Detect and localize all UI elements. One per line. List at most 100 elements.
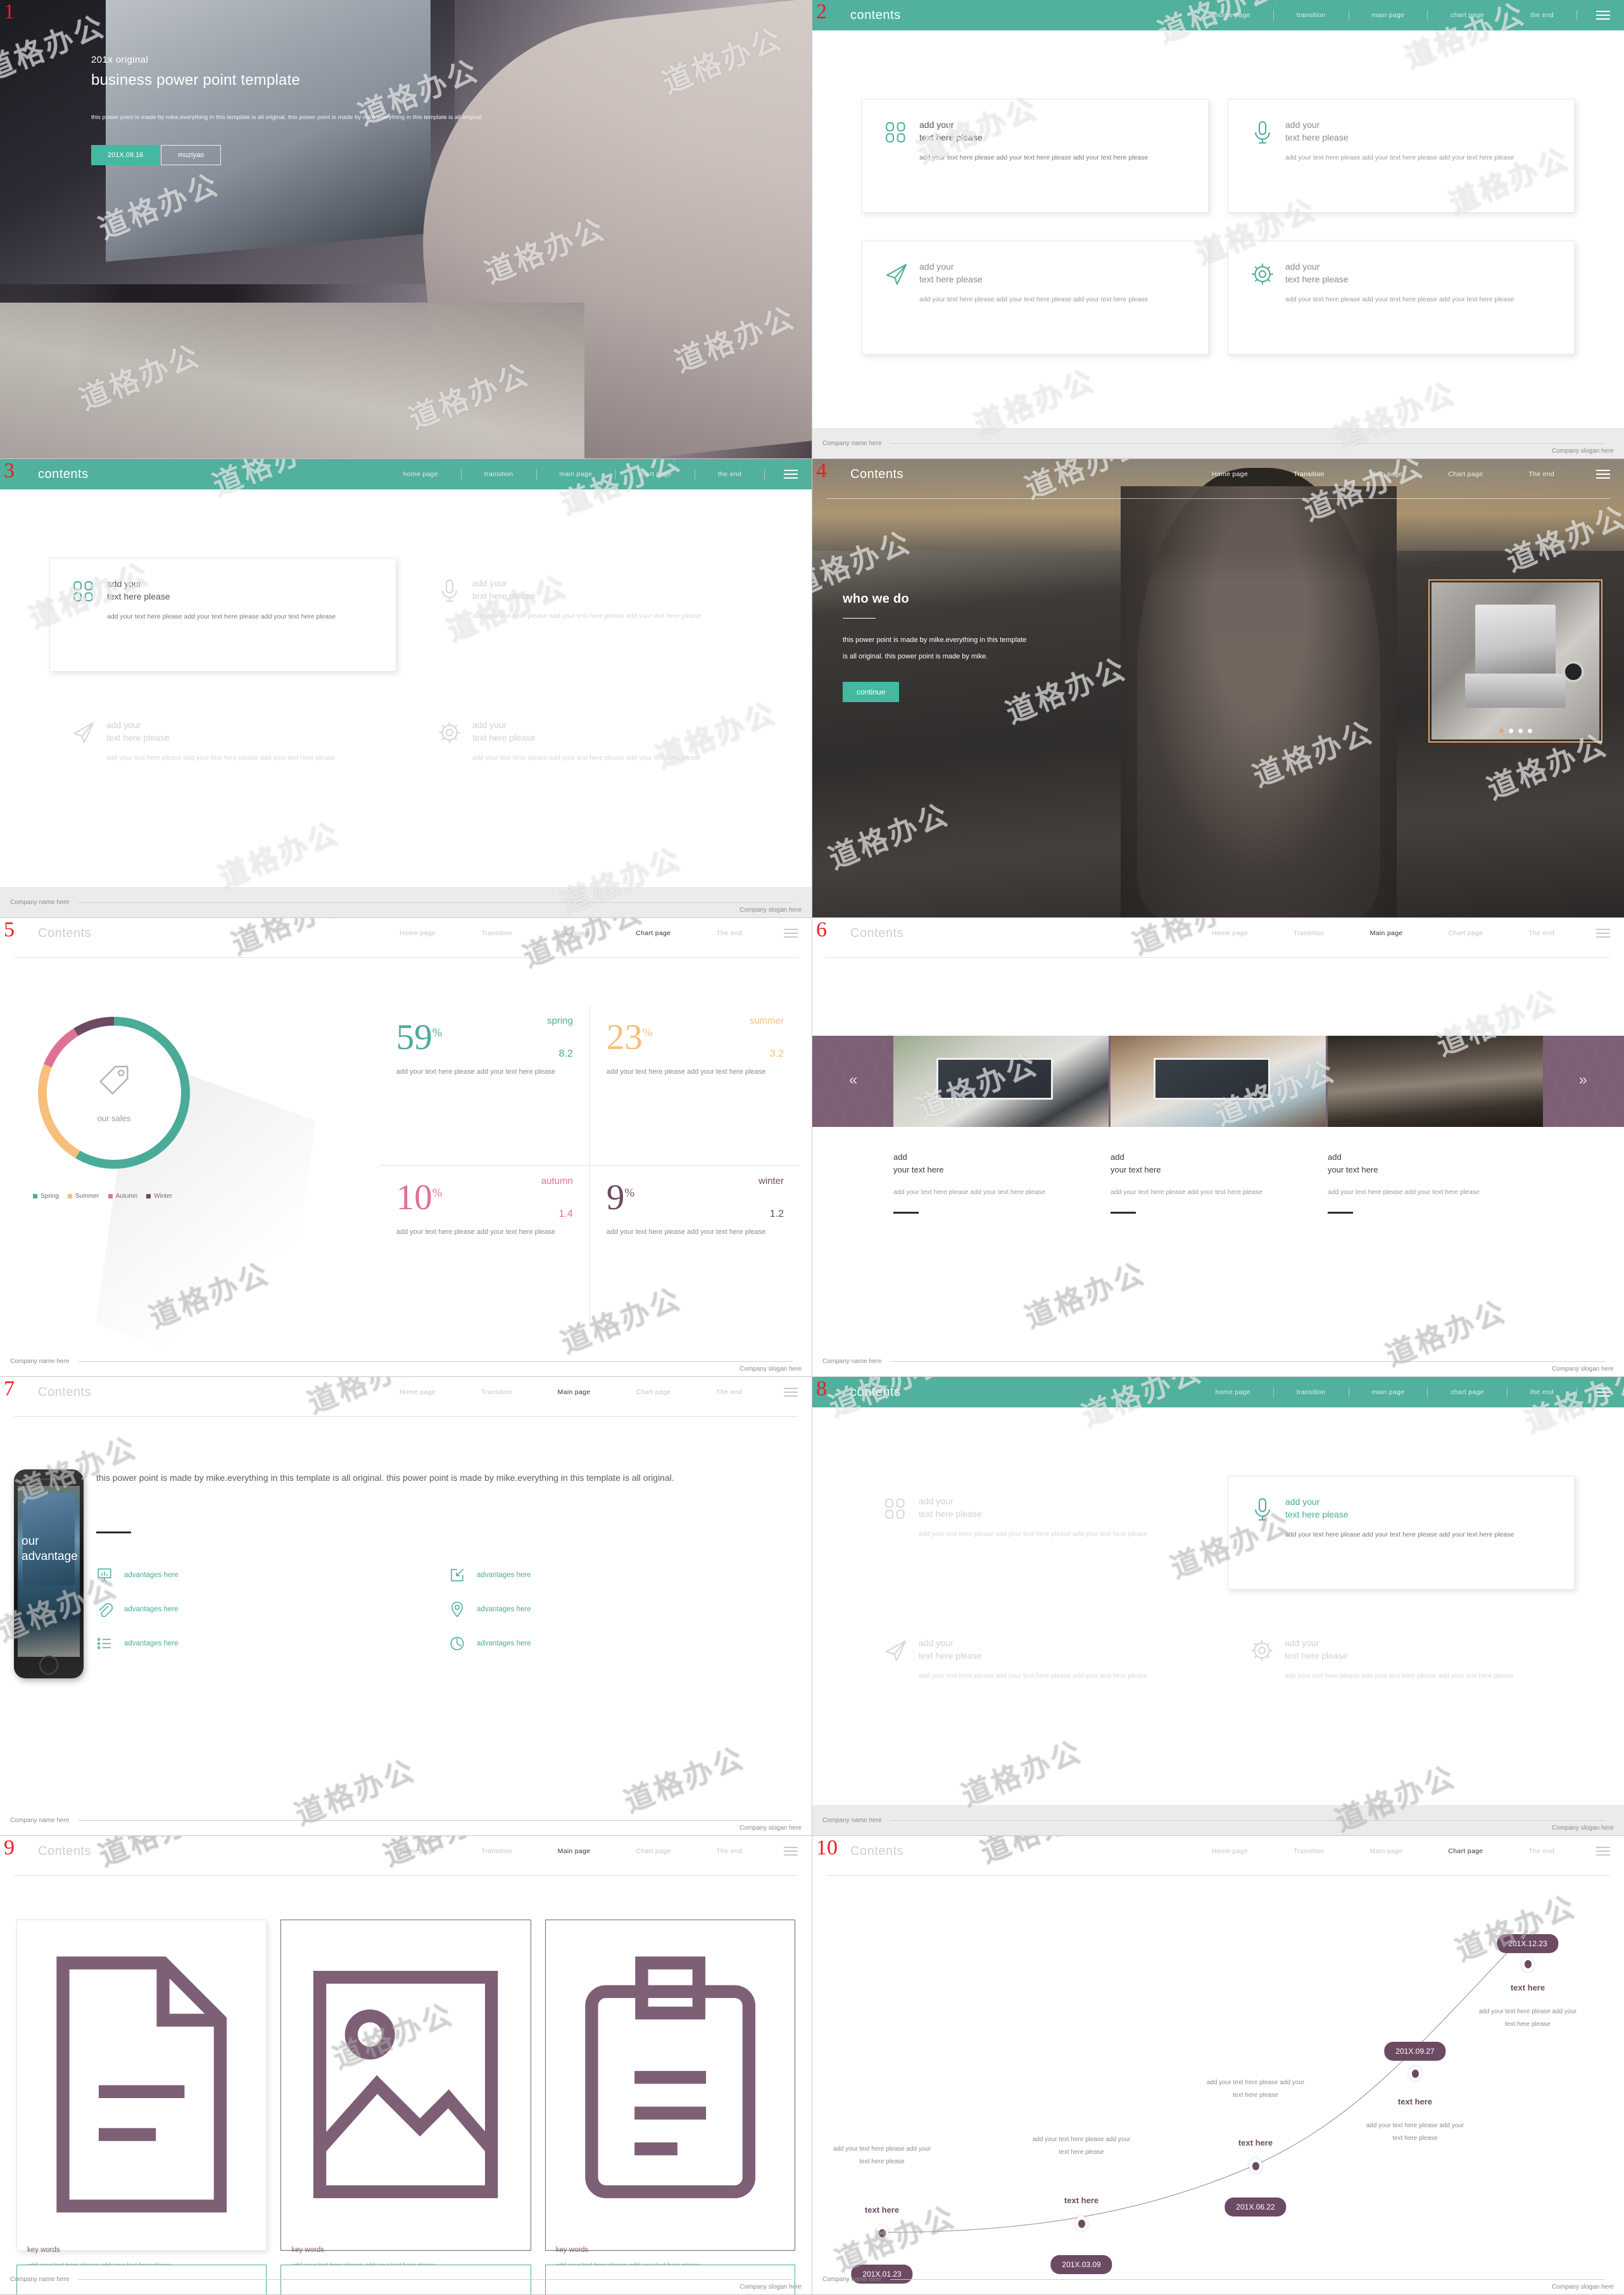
nav-link-chart-page[interactable]: chart page: [615, 470, 695, 478]
timeline-node[interactable]: [1521, 1956, 1534, 1971]
continue-button[interactable]: continue: [843, 681, 900, 702]
nav-link-chart-page[interactable]: Chart page: [1425, 1847, 1506, 1855]
hamburger-menu-icon[interactable]: [784, 1847, 798, 1856]
nav-link-home-page[interactable]: home page: [381, 470, 461, 478]
nav-link-home-page[interactable]: Home page: [377, 1847, 458, 1855]
hamburger-menu-icon[interactable]: [1596, 11, 1610, 20]
contents-card[interactable]: add your text here please add your text …: [415, 700, 762, 814]
nav-link-chart-page[interactable]: chart page: [1428, 1388, 1507, 1396]
nav-link-main-page[interactable]: Main page: [1347, 929, 1426, 937]
timeline-date-pill[interactable]: 201X.09.27: [1384, 2042, 1446, 2061]
nav-link-chart-page[interactable]: Chart page: [613, 929, 693, 937]
carousel-next-icon[interactable]: »: [1579, 1071, 1587, 1089]
contents-card[interactable]: add your text here please add your text …: [1228, 1618, 1575, 1732]
key-word-card[interactable]: key words add your text here please add …: [16, 1920, 267, 2269]
contents-card[interactable]: add your text here please add your text …: [862, 241, 1209, 355]
carousel-dot-3[interactable]: [1518, 729, 1523, 733]
contents-card[interactable]: add your text here please add your text …: [862, 99, 1209, 213]
nav-link-transition[interactable]: Transition: [458, 929, 535, 937]
nav-link-main-page[interactable]: Main page: [1347, 470, 1426, 478]
nav-link-the-end[interactable]: the end: [1508, 11, 1577, 19]
nav-link-chart-page[interactable]: Chart page: [613, 1388, 693, 1396]
gallery-image[interactable]: [1328, 1036, 1543, 1127]
hamburger-menu-icon[interactable]: [1596, 929, 1610, 938]
contents-card[interactable]: add your text here please add your text …: [1228, 241, 1575, 355]
timeline-node[interactable]: [876, 2225, 888, 2241]
advantage-item[interactable]: advantages here: [96, 1567, 434, 1583]
carousel-dots[interactable]: [1499, 729, 1532, 733]
nav-link-the-end[interactable]: the end: [1508, 1388, 1577, 1396]
contents-card[interactable]: add your text here please add your text …: [415, 558, 762, 672]
carousel-dot-1[interactable]: [1499, 729, 1504, 733]
nav-link-the-end[interactable]: The end: [693, 1847, 765, 1855]
key-word-card[interactable]: key words add your text here please add …: [280, 1920, 531, 2269]
nav-link-main-page[interactable]: main page: [537, 470, 615, 478]
nav-link-home-page[interactable]: home page: [1193, 1388, 1273, 1396]
advantage-item[interactable]: advantages here: [96, 1601, 434, 1618]
hamburger-menu-icon[interactable]: [784, 1388, 798, 1397]
nav-link-main-page[interactable]: Main page: [535, 929, 614, 937]
nav-link-chart-page[interactable]: chart page: [1428, 11, 1507, 19]
contents-card[interactable]: add your text here please add your text …: [49, 558, 396, 672]
nav-link-transition[interactable]: transition: [462, 470, 536, 478]
hamburger-menu-icon[interactable]: [784, 470, 798, 479]
hamburger-menu-icon[interactable]: [1596, 470, 1610, 479]
author-button[interactable]: muziyao: [161, 145, 222, 166]
nav-link-home-page[interactable]: Home page: [1189, 1847, 1271, 1855]
contents-card[interactable]: add your text here please add your text …: [1228, 1476, 1575, 1590]
date-button[interactable]: 201X.09.16: [91, 145, 160, 166]
gallery-image[interactable]: [893, 1036, 1109, 1127]
nav-link-chart-page[interactable]: Chart page: [1425, 470, 1506, 478]
nav-link-chart-page[interactable]: Chart page: [1425, 929, 1506, 937]
carousel-prev-icon[interactable]: «: [849, 1071, 857, 1089]
nav-link-home-page[interactable]: Home page: [377, 1388, 458, 1396]
slide4-image-card[interactable]: [1428, 579, 1602, 743]
timeline-date-pill[interactable]: 201X.06.22: [1224, 2198, 1287, 2216]
nav-link-main-page[interactable]: Main page: [535, 1847, 614, 1855]
nav-link-the-end[interactable]: the end: [695, 470, 764, 478]
nav-link-the-end[interactable]: The end: [693, 1388, 765, 1396]
nav-link-transition[interactable]: Transition: [1271, 929, 1347, 937]
advantage-item[interactable]: advantages here: [449, 1601, 786, 1618]
timeline-node[interactable]: [1075, 2216, 1088, 2231]
nav-link-main-page[interactable]: Main page: [1347, 1847, 1426, 1855]
nav-link-main-page[interactable]: Main page: [535, 1388, 614, 1396]
nav-link-transition[interactable]: Transition: [458, 1388, 535, 1396]
hamburger-menu-icon[interactable]: [1596, 1847, 1610, 1856]
nav-link-transition[interactable]: transition: [1274, 1388, 1349, 1396]
timeline-node[interactable]: [1409, 2066, 1421, 2081]
nav-link-home-page[interactable]: home page: [1193, 11, 1273, 19]
timeline-date-pill[interactable]: 201X.12.23: [1497, 1934, 1559, 1953]
carousel-dot-4[interactable]: [1527, 729, 1532, 733]
nav-link-transition[interactable]: Transition: [1271, 1847, 1347, 1855]
advantage-item[interactable]: advantages here: [449, 1635, 786, 1652]
hamburger-menu-icon[interactable]: [1596, 1388, 1610, 1397]
carousel-dot-2[interactable]: [1508, 729, 1513, 733]
nav-link-the-end[interactable]: The end: [1506, 929, 1577, 937]
hamburger-menu-icon[interactable]: [784, 929, 798, 938]
timeline-node[interactable]: [1249, 2158, 1262, 2173]
nav-link-transition[interactable]: transition: [1274, 11, 1349, 19]
nav-link-the-end[interactable]: The end: [1506, 470, 1577, 478]
contents-card[interactable]: add your text here please add your text …: [1228, 99, 1575, 213]
nav-link-transition[interactable]: Transition: [1271, 470, 1347, 478]
nav-link-main-page[interactable]: main page: [1349, 11, 1428, 19]
nav-link-home-page[interactable]: Home page: [1189, 929, 1271, 937]
key-word-card[interactable]: key words add your text here please add …: [544, 1920, 795, 2269]
phone-home-button[interactable]: [39, 1656, 58, 1675]
pie-clock-icon: [449, 1635, 465, 1652]
advantage-item[interactable]: advantages here: [96, 1635, 434, 1652]
contents-card[interactable]: add your text here please add your text …: [862, 1618, 1209, 1732]
contents-card[interactable]: add your text here please add your text …: [49, 700, 396, 814]
nav-link-the-end[interactable]: The end: [1506, 1847, 1577, 1855]
nav-link-main-page[interactable]: main page: [1349, 1388, 1428, 1396]
gallery-image[interactable]: [1111, 1036, 1326, 1127]
contents-card[interactable]: add your text here please add your text …: [862, 1476, 1209, 1590]
navbar-links: home page transition main page chart pag…: [381, 469, 798, 479]
advantage-item[interactable]: advantages here: [449, 1567, 786, 1583]
nav-link-the-end[interactable]: The end: [693, 929, 765, 937]
nav-link-transition[interactable]: Transition: [458, 1847, 535, 1855]
nav-link-home-page[interactable]: Home page: [1189, 470, 1271, 478]
nav-link-chart-page[interactable]: Chart page: [613, 1847, 693, 1855]
nav-link-home-page[interactable]: Home page: [377, 929, 458, 937]
